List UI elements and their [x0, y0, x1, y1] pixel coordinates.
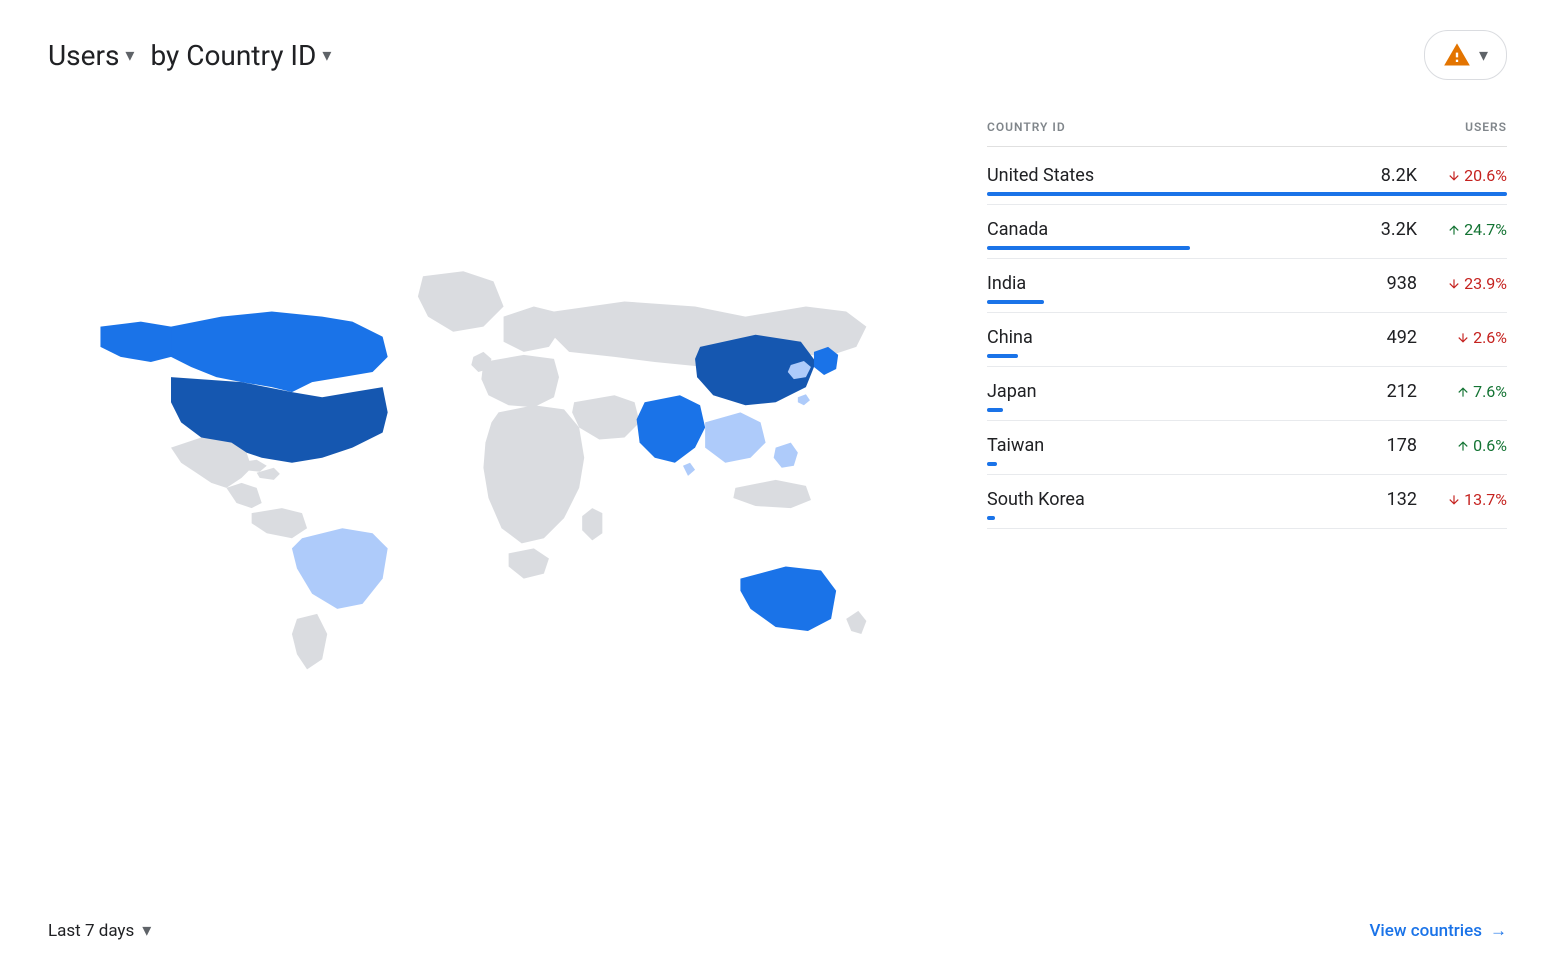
users-count: 132 — [1357, 489, 1417, 510]
main-content: COUNTRY ID USERS United States 8.2K 20.6… — [40, 110, 1507, 886]
country-name: India — [987, 273, 1357, 294]
change-indicator: 23.9% — [1427, 274, 1507, 293]
table-row: South Korea 132 13.7% — [987, 475, 1507, 529]
country-name: South Korea — [987, 489, 1357, 510]
bar — [987, 354, 1018, 358]
dimension-selector[interactable]: by Country ID ▾ — [142, 35, 339, 76]
bar-container — [987, 300, 1507, 304]
country-name: Japan — [987, 381, 1357, 402]
bar-container — [987, 354, 1507, 358]
bar — [987, 246, 1190, 250]
users-count: 3.2K — [1357, 219, 1417, 240]
users-count: 492 — [1357, 327, 1417, 348]
dashboard-container: Users ▾ by Country ID ▾ ▾ — [0, 0, 1547, 975]
time-range-selector[interactable]: Last 7 days ▾ — [40, 916, 159, 945]
table-rows: United States 8.2K 20.6% Canada 3.2K 24.… — [987, 151, 1507, 529]
bar — [987, 192, 1507, 196]
bar — [987, 462, 997, 466]
bar — [987, 408, 1003, 412]
world-map — [40, 110, 947, 886]
change-indicator: 7.6% — [1427, 382, 1507, 401]
metric-selector[interactable]: Users ▾ — [40, 35, 142, 76]
country-name: Taiwan — [987, 435, 1357, 456]
users-count: 178 — [1357, 435, 1417, 456]
country-name: China — [987, 327, 1357, 348]
bar-container — [987, 192, 1507, 196]
dimension-label: by Country ID — [150, 39, 316, 72]
bar-container — [987, 516, 1507, 520]
header: Users ▾ by Country ID ▾ ▾ — [40, 30, 1507, 80]
users-count: 212 — [1357, 381, 1417, 402]
table-row: China 492 2.6% — [987, 313, 1507, 367]
metric-label: Users — [48, 39, 119, 72]
bar-container — [987, 408, 1507, 412]
bar — [987, 300, 1044, 304]
alert-dropdown-arrow: ▾ — [1479, 45, 1488, 66]
view-countries-arrow: → — [1490, 921, 1507, 941]
change-indicator: 0.6% — [1427, 436, 1507, 455]
view-countries-link[interactable]: View countries → — [1369, 921, 1507, 941]
alert-button[interactable]: ▾ — [1424, 30, 1507, 80]
time-dropdown-arrow: ▾ — [142, 920, 151, 941]
change-indicator: 24.7% — [1427, 220, 1507, 239]
dimension-dropdown-arrow: ▾ — [322, 45, 331, 66]
map-area — [40, 110, 947, 886]
change-indicator: 2.6% — [1427, 328, 1507, 347]
metric-dropdown-arrow: ▾ — [125, 45, 134, 66]
table-row: Japan 212 7.6% — [987, 367, 1507, 421]
bar — [987, 516, 995, 520]
table-row: United States 8.2K 20.6% — [987, 151, 1507, 205]
view-countries-label: View countries — [1369, 921, 1482, 941]
users-count: 938 — [1357, 273, 1417, 294]
col-users-header: USERS — [1387, 120, 1507, 134]
change-indicator: 13.7% — [1427, 490, 1507, 509]
change-indicator: 20.6% — [1427, 166, 1507, 185]
table-row: Taiwan 178 0.6% — [987, 421, 1507, 475]
footer: Last 7 days ▾ View countries → — [40, 906, 1507, 945]
alert-triangle-icon — [1443, 41, 1471, 69]
table-area: COUNTRY ID USERS United States 8.2K 20.6… — [987, 110, 1507, 886]
country-name: United States — [987, 165, 1357, 186]
time-range-label: Last 7 days — [48, 921, 134, 941]
users-count: 8.2K — [1357, 165, 1417, 186]
bar-container — [987, 462, 1507, 466]
bar-container — [987, 246, 1507, 250]
table-row: Canada 3.2K 24.7% — [987, 205, 1507, 259]
table-header: COUNTRY ID USERS — [987, 120, 1507, 147]
table-row: India 938 23.9% — [987, 259, 1507, 313]
country-name: Canada — [987, 219, 1357, 240]
col-country-header: COUNTRY ID — [987, 120, 1387, 134]
header-left: Users ▾ by Country ID ▾ — [40, 35, 339, 76]
